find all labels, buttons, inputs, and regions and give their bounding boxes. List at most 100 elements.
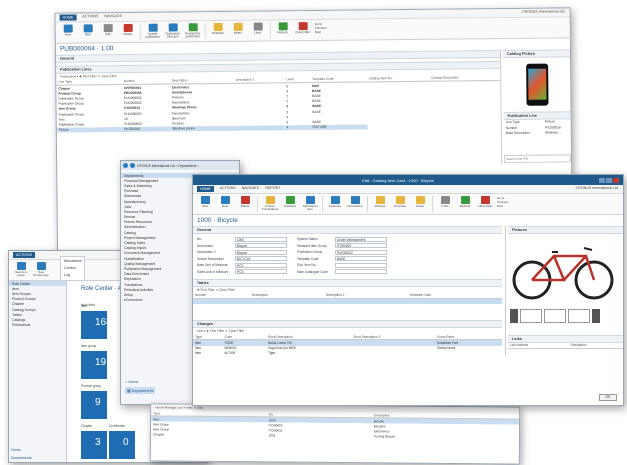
- side-allocations[interactable]: Allocations: [64, 258, 81, 265]
- next-thumb-icon[interactable]: [592, 308, 600, 323]
- field-input[interactable]: PCS: [235, 262, 287, 268]
- tab-navigate[interactable]: NAVIGATE: [104, 14, 122, 20]
- reorganize-button[interactable]: Reorganize publication: [185, 23, 201, 39]
- tile-label: Product group: [81, 384, 102, 388]
- ribbon-button[interactable]: Notes: [412, 196, 428, 208]
- edit-tab-report[interactable]: REPORT: [265, 186, 280, 192]
- ribbon-button[interactable]: Features: [327, 196, 343, 208]
- activity-tile[interactable]: Item group 19: [81, 344, 107, 379]
- field-input[interactable]: BICYCLE: [235, 256, 287, 262]
- field-input[interactable]: 1000: [235, 236, 287, 242]
- factbox-value[interactable]: Windows...: [543, 129, 571, 134]
- ribbon-button[interactable]: Description: [347, 196, 363, 208]
- activity-tile[interactable]: Certificates 0: [109, 424, 135, 459]
- ribbon-button[interactable]: Pictures: [372, 196, 388, 208]
- activity-tile[interactable]: Product group 9: [81, 384, 107, 419]
- thumbnail[interactable]: [568, 308, 590, 323]
- nav-item[interactable]: Publications: [9, 323, 66, 328]
- table-cell: PIC000016: [122, 126, 171, 132]
- update-publication-button[interactable]: Update publication: [145, 23, 161, 40]
- links-button[interactable]: Links: [250, 22, 266, 35]
- field-input[interactable]: PCS: [235, 269, 287, 275]
- tab-actions[interactable]: ACTIONS: [82, 14, 98, 20]
- catalog-picture-fasttab[interactable]: Catalog Picture: [502, 49, 571, 58]
- clear-filter-button[interactable]: Clear Filter: [295, 22, 311, 35]
- activity-tile[interactable]: Chapter 3: [81, 424, 107, 459]
- side-log[interactable]: Log: [64, 272, 81, 279]
- view-button[interactable]: View: [60, 24, 76, 37]
- tab-home[interactable]: HOME: [59, 14, 77, 21]
- column-header[interactable]: Catalog Item No.: [366, 75, 430, 82]
- next-button[interactable]: Next: [315, 30, 327, 34]
- table-row[interactable]: Item ALT000 Tiger...: [193, 351, 502, 356]
- table-cell: ALT000: [224, 351, 236, 356]
- edit-general-fasttab[interactable]: General: [193, 225, 502, 234]
- new-item-group-button[interactable]: New Item group: [13, 262, 29, 278]
- thumbnail[interactable]: [544, 308, 566, 323]
- notes-button[interactable]: Notes: [230, 22, 246, 36]
- pictures-fasttab[interactable]: Pictures: [508, 225, 623, 234]
- tile-count: 19: [95, 357, 107, 368]
- new-product-group-button[interactable]: New Product grp: [33, 262, 49, 278]
- ribbon-button[interactable]: New: [217, 196, 233, 208]
- ribbon-button[interactable]: Statistics: [282, 196, 298, 208]
- dept-departments[interactable]: ▦ Departments: [125, 387, 156, 394]
- new-button[interactable]: New: [80, 24, 96, 37]
- nav-departments[interactable]: Departments: [11, 456, 32, 460]
- tile-count: 0: [123, 437, 129, 448]
- refresh-button[interactable]: Refresh: [275, 22, 291, 35]
- search-box[interactable]: Search (Ctrl+F3): [504, 154, 572, 164]
- field-label: Sub. Item No.: [297, 263, 317, 268]
- field-input[interactable]: Bicycle: [235, 249, 287, 255]
- ribbon-button[interactable]: Delete: [237, 196, 253, 208]
- column-header[interactable]: Description: [568, 342, 623, 349]
- side-control[interactable]: Control: [64, 265, 81, 272]
- onenote-button[interactable]: OneNote: [210, 22, 226, 36]
- back-icon[interactable]: [123, 163, 128, 168]
- ribbon-button[interactable]: Refresh: [457, 196, 473, 208]
- delete-button[interactable]: Delete: [120, 23, 136, 37]
- links-fasttab[interactable]: Links: [508, 334, 623, 343]
- ribbon-button[interactable]: OneNote: [392, 196, 408, 208]
- forward-icon[interactable]: [130, 163, 135, 168]
- ribbon-button[interactable]: Ask Report Item: [302, 196, 318, 212]
- prev-thumb-icon[interactable]: [510, 308, 518, 323]
- ribbon-button[interactable]: Links: [437, 196, 453, 208]
- field-input[interactable]: Under Development: [335, 236, 387, 242]
- table-cell: Picture: [56, 126, 123, 133]
- page-nav-button[interactable]: Next: [497, 204, 509, 208]
- activity-tile[interactable]: Item 168: [81, 304, 112, 339]
- edit-tab-home[interactable]: HOME: [197, 186, 214, 192]
- page-nav: Go to Previous Next: [315, 22, 327, 34]
- field-input[interactable]: ITG00002: [335, 243, 387, 249]
- tables-fasttab[interactable]: Tables: [193, 278, 502, 287]
- field-input[interactable]: BASE: [335, 256, 387, 262]
- ribbon-button[interactable]: Clear Filter: [477, 196, 493, 208]
- publication-structure-button[interactable]: Publication Structure: [165, 23, 181, 39]
- field-input[interactable]: [335, 262, 387, 268]
- field-input[interactable]: [335, 269, 387, 275]
- ribbon-button[interactable]: View: [197, 196, 213, 208]
- bottom-table: Type No. Description Item 1000 Bicycle Item G…: [151, 410, 520, 440]
- column-header[interactable]: Catalog Description: [429, 74, 501, 82]
- maximize-icon[interactable]: [606, 177, 612, 183]
- field-input[interactable]: Bicycle: [235, 243, 287, 249]
- breadcrumb[interactable]: CRONUS International Ltd. › Departments …: [137, 164, 198, 168]
- ribbon-button[interactable]: Custom Translations: [262, 196, 278, 212]
- edit-button[interactable]: Edit: [100, 24, 116, 37]
- nav-home[interactable]: Home: [11, 448, 21, 452]
- tab-actions-rc[interactable]: ACTIONS: [13, 252, 35, 258]
- thumbnail[interactable]: [520, 308, 542, 323]
- minimize-icon[interactable]: [599, 177, 605, 183]
- close-icon[interactable]: [613, 177, 619, 183]
- edit-tab-navigate[interactable]: NAVIGATE: [242, 186, 260, 192]
- ribbon-icon: [395, 196, 405, 204]
- column-header[interactable]: Link Address: [508, 342, 569, 349]
- changes-fasttab[interactable]: Changes: [193, 320, 502, 329]
- edit-tab-actions[interactable]: ACTIONS: [220, 186, 236, 192]
- field-input[interactable]: PUG00002: [335, 249, 387, 255]
- table-cell: Windows phone: [170, 125, 235, 132]
- ok-button[interactable]: OK: [599, 394, 617, 401]
- table-cell: Item: [195, 351, 202, 356]
- dept-home[interactable]: ⌂ Home: [125, 380, 139, 384]
